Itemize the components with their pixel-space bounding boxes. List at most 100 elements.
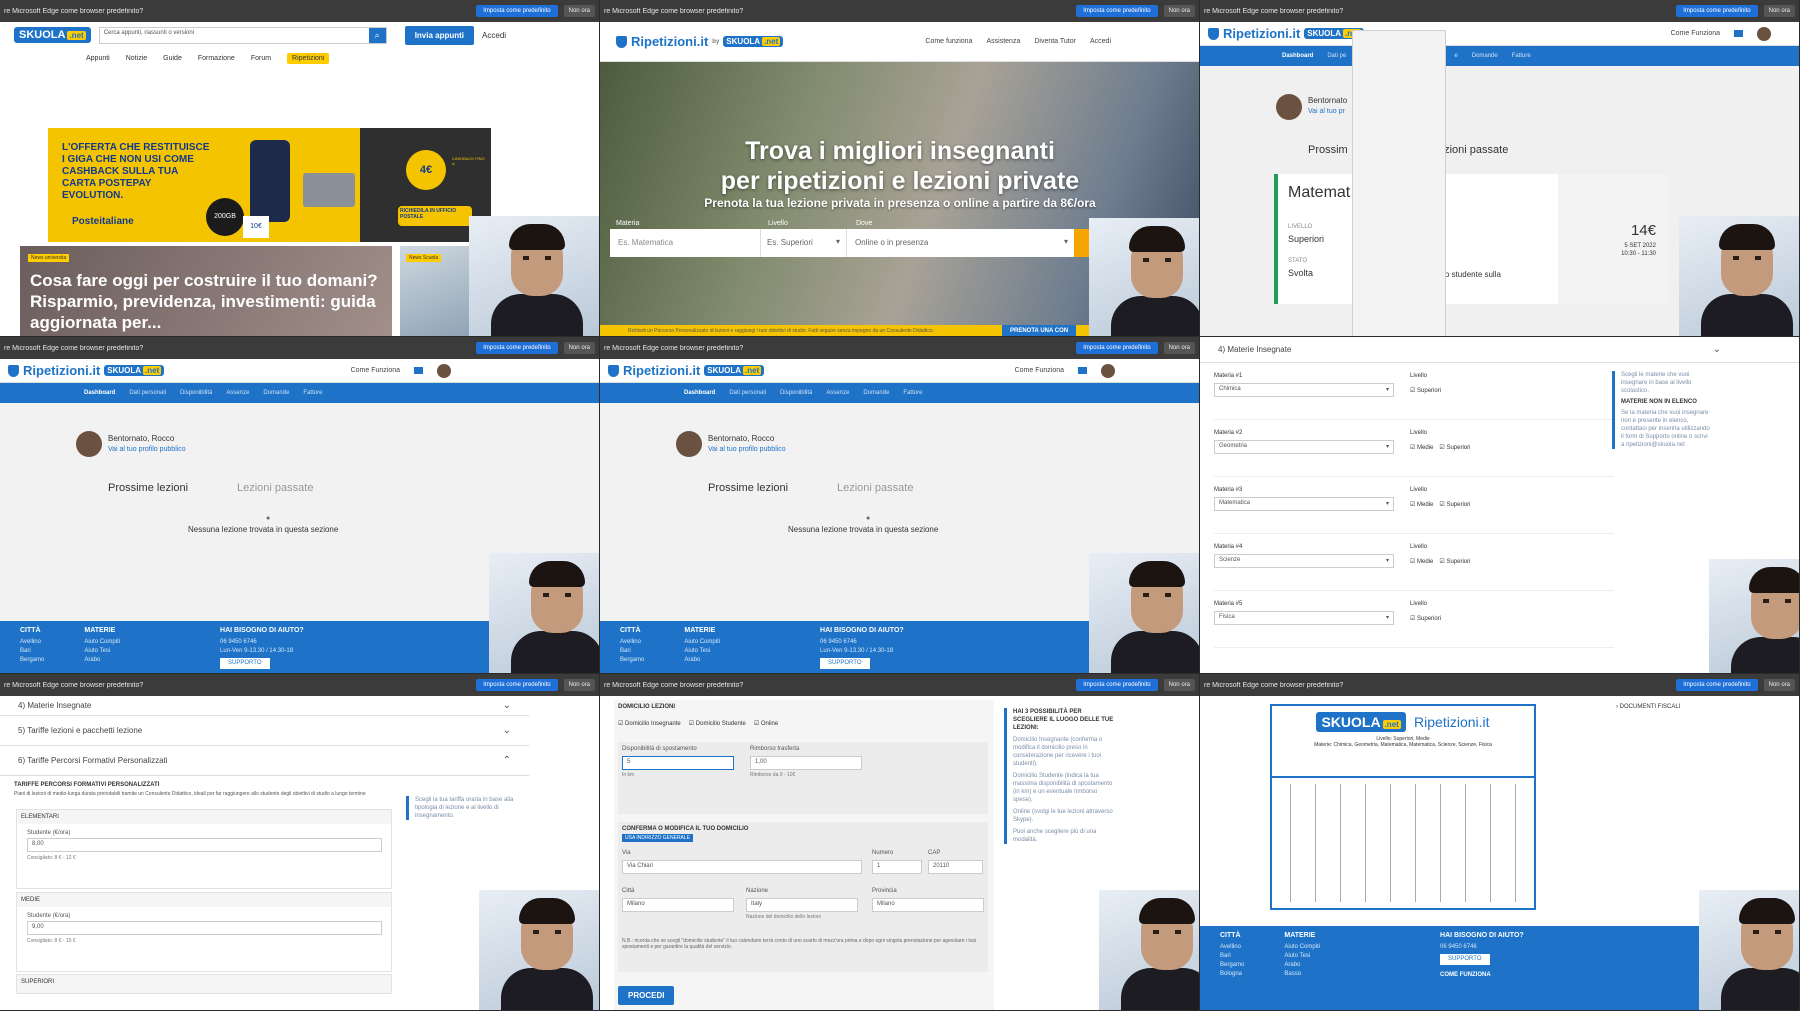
ad-cta[interactable]: RICHIEDILA IN UFFICIO POSTALE (398, 206, 472, 226)
nav-come-funziona[interactable]: Come Funziona (1671, 30, 1720, 37)
elementari-price-input[interactable]: 8,00 (27, 838, 382, 852)
livello-checkbox[interactable]: ☑ Medie (1410, 444, 1433, 451)
via-input[interactable]: Via Chiari (622, 860, 862, 874)
not-now-button[interactable]: Non ora (1763, 679, 1795, 691)
menu-item-appunti[interactable]: Appunti (86, 55, 110, 62)
nav-come-funziona[interactable]: Come funziona (925, 38, 972, 45)
menu-item-ripetizioni[interactable]: Ripetizioni (287, 52, 330, 64)
materia-select[interactable]: Chimica ▾ (1214, 383, 1394, 397)
bottom-cta-button[interactable]: PRENOTA UNA CON (1002, 325, 1077, 336)
tab-next-lessons[interactable]: Prossime lezioni (108, 482, 188, 494)
nation-select[interactable]: Italy (746, 898, 858, 912)
tab-dashboard[interactable]: Dashboard (684, 390, 715, 396)
numero-input[interactable]: 1 (872, 860, 922, 874)
tab-past-lessons[interactable]: Lezioni passate (837, 482, 913, 494)
news-card-main[interactable]: News universita Cosa fare oggi per costr… (20, 246, 392, 336)
tab-dati-personali[interactable]: Dati personali (129, 390, 166, 396)
accordion-materie[interactable]: 4) Materie Insegnate ⌄ (0, 696, 529, 716)
check-domicilio-studente[interactable]: ☑ Domicilio Studente (689, 720, 746, 727)
nav-diventa-tutor[interactable]: Diventa Tutor (1034, 38, 1076, 45)
nav-come-funziona[interactable]: Come Funziona (351, 367, 400, 374)
proceed-button[interactable]: PROCEDI (618, 986, 675, 1005)
not-now-button[interactable]: Non ora (1163, 679, 1195, 691)
use-general-address-button[interactable]: USA INDIRIZZO GENERALE (622, 834, 694, 842)
not-now-button[interactable]: Non ora (1763, 5, 1795, 17)
postepay-ad-banner[interactable]: L'OFFERTA CHE RESTITUISCE I GIGA CHE NON… (48, 128, 491, 242)
tab-assenze[interactable]: Assenze (826, 390, 849, 396)
medie-price-input[interactable]: 9,00 (27, 921, 382, 935)
chevron-down-icon[interactable]: ⌄ (503, 700, 511, 711)
set-default-button[interactable]: Imposta come predefinito (1076, 679, 1158, 691)
login-link[interactable]: Accedi (482, 31, 506, 40)
check-domicilio-insegnante[interactable]: ☑ Domicilio Insegnante (618, 720, 681, 727)
heading-next[interactable]: Prossim (1308, 144, 1348, 156)
accordion-materie[interactable]: 4) Materie Insegnate ⌄ (1200, 337, 1799, 363)
set-default-button[interactable]: Imposta come predefinito (1676, 5, 1758, 17)
search-icon[interactable]: ⌕ (368, 27, 386, 43)
nav-accedi[interactable]: Accedi (1090, 38, 1111, 45)
chevron-down-icon[interactable]: ⌄ (503, 725, 511, 736)
lesson-card[interactable]: Matemat LIVELLO Superiori STATO Svolta c… (1274, 174, 1668, 304)
mail-icon[interactable] (1734, 30, 1743, 37)
set-default-button[interactable]: Imposta come predefinito (476, 342, 558, 354)
tab-dati-personali[interactable]: Dati personali (729, 390, 766, 396)
materia-select[interactable]: Matematica ▾ (1214, 497, 1394, 511)
profile-link[interactable]: Vai al tuo pr (1308, 108, 1345, 115)
menu-item-formazione[interactable]: Formazione (198, 55, 235, 62)
documenti-fiscali-link[interactable]: › DOCUMENTI FISCALI (1616, 704, 1680, 710)
tab-domande[interactable]: Domande (263, 390, 289, 396)
ripetizioni-logo[interactable]: Ripetizioni.itSKUOLA.net (608, 363, 765, 378)
tab-dashboard[interactable]: Dashboard (84, 390, 115, 396)
tab-disponibilita[interactable]: Disponibilità (180, 390, 212, 396)
set-default-button[interactable]: Imposta come predefinito (1076, 5, 1158, 17)
set-default-button[interactable]: Imposta come predefinito (1076, 342, 1158, 354)
tab-fatture[interactable]: Fatture (303, 390, 322, 396)
livello-checkbox[interactable]: ☑ Superiori (1410, 387, 1441, 394)
heading-past[interactable]: ezioni passate (1438, 144, 1508, 156)
accordion-percorsi[interactable]: 6) Tariffe Percorsi Formativi Personaliz… (0, 746, 529, 776)
materia-select[interactable]: Fisica ▾ (1214, 611, 1394, 625)
tab-dati-personali[interactable]: Dati pe (1327, 53, 1346, 59)
profile-link[interactable]: Vai al tuo profilo pubblico (108, 446, 186, 453)
livello-select[interactable]: Es. Superiori ▾ (760, 229, 846, 257)
not-now-button[interactable]: Non ora (1163, 342, 1195, 354)
tab-next-lessons[interactable]: Prossime lezioni (708, 482, 788, 494)
province-select[interactable]: Milano (872, 898, 984, 912)
ripetizioni-logo[interactable]: Ripetizioni.itSKUOLA.net (8, 363, 165, 378)
tab-fatture[interactable]: Fatture (1512, 53, 1531, 59)
tab-dashboard[interactable]: Dashboard (1282, 53, 1313, 59)
avatar[interactable] (1757, 26, 1771, 41)
tab-disponibilita[interactable]: Disponibilità (780, 390, 812, 396)
livello-checkbox[interactable]: ☑ Superiori (1439, 501, 1470, 508)
set-default-button[interactable]: Imposta come predefinito (1676, 679, 1758, 691)
dove-select[interactable]: Online o in presenza ▾ (846, 229, 1074, 257)
footer-support-button[interactable]: SUPPORTO (1440, 954, 1490, 965)
nav-come-funziona[interactable]: Come Funziona (1015, 367, 1064, 374)
check-online[interactable]: ☑ Online (754, 720, 778, 727)
set-default-button[interactable]: Imposta come predefinito (476, 5, 558, 17)
ripetizioni-logo[interactable]: Ripetizioni.it by SKUOLA .net (616, 34, 784, 49)
rimb-input[interactable]: 1,00 (750, 756, 862, 770)
city-input[interactable]: Milano (622, 898, 734, 912)
footer-support-button[interactable]: SUPPORTO (220, 658, 270, 669)
skuola-logo[interactable]: SKUOLA .net (14, 27, 91, 43)
send-notes-button[interactable]: Invia appunti (404, 25, 475, 45)
chevron-down-icon[interactable]: ⌄ (1713, 344, 1721, 355)
livello-checkbox[interactable]: ☑ Superiori (1439, 444, 1470, 451)
menu-item-notizie[interactable]: Notizie (126, 55, 147, 62)
search-input[interactable]: Cerca appunti, riassunti o versioni ⌕ (98, 26, 387, 44)
nav-assistenza[interactable]: Assistenza (986, 38, 1020, 45)
profile-link[interactable]: Vai al tuo profilo pubblico (708, 446, 786, 453)
disp-input[interactable]: 5 (622, 756, 734, 770)
livello-checkbox[interactable]: ☑ Medie (1410, 501, 1433, 508)
tab-assenze[interactable]: e (1454, 53, 1457, 59)
not-now-button[interactable]: Non ora (563, 5, 595, 17)
avatar[interactable] (1101, 363, 1115, 378)
tab-assenze[interactable]: Assenze (226, 390, 249, 396)
mail-icon[interactable] (414, 367, 423, 374)
avatar[interactable] (437, 363, 451, 378)
accordion-tariffe[interactable]: 5) Tariffe lezioni e pacchetti lezione ⌄ (0, 716, 529, 746)
livello-checkbox[interactable]: ☑ Medie (1410, 558, 1433, 565)
ripetizioni-logo[interactable]: Ripetizioni.itSKUOLA.net (1208, 26, 1365, 41)
footer-support-button[interactable]: SUPPORTO (820, 658, 870, 669)
